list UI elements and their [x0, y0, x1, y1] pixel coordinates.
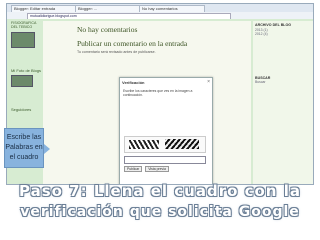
dialog-buttons: Publicar Vista previa [124, 166, 171, 172]
sidebar-item[interactable]: Mi Foto de Blogs [11, 68, 41, 73]
callout-arrow [44, 144, 50, 154]
caption-line-2: verificación que solicita Google [20, 204, 300, 220]
browser-tab[interactable]: Blogger: ... [75, 5, 141, 12]
preview-button[interactable]: Vista previa [145, 166, 169, 172]
left-sidebar: FISIOGRAFICA DEL TEBICO Mi Foto de Blogs… [11, 21, 41, 112]
callout-note: Escribe las Palabras en el cuadro [4, 128, 44, 168]
publish-blurb: Tu comentario será revisado antes de pub… [77, 50, 156, 54]
close-icon[interactable]: × [207, 79, 210, 85]
verification-dialog: Verificación × Escribe los caracteres qu… [119, 77, 213, 184]
caption-line-1: Paso 7: Llena el cuadro con la [19, 182, 301, 200]
sidebar-link[interactable]: Buscar [255, 80, 311, 84]
avatar [11, 32, 35, 48]
captcha-word [129, 140, 159, 149]
sidebar-item[interactable]: Seguidores [11, 107, 41, 112]
dialog-intro: Escribe los caracteres que ves en la ima… [123, 89, 193, 98]
blog-name: FISIOGRAFICA DEL TEBICO [11, 21, 37, 29]
browser-tab[interactable]: Blogger: Editar entrada [11, 5, 77, 12]
browser-tab[interactable]: No hay comentarios [139, 5, 205, 12]
publish-button[interactable]: Publicar [124, 166, 143, 172]
avatar [11, 75, 33, 87]
right-sidebar: ARCHIVO DEL BLOG 2013 (1) 2012 (4) BUSCA… [253, 21, 313, 184]
captcha-answer-input[interactable] [124, 156, 206, 164]
browser-screenshot: Blogger: Editar entrada Blogger: ... No … [6, 3, 314, 185]
dialog-title: Verificación [122, 80, 145, 85]
publish-heading: Publicar un comentario en la entrada [77, 39, 188, 48]
post-heading: No hay comentarios [77, 25, 138, 34]
captcha-word [165, 139, 199, 149]
captcha-image [124, 136, 206, 153]
blog-page: FISIOGRAFICA DEL TEBICO Mi Foto de Blogs… [7, 19, 313, 184]
